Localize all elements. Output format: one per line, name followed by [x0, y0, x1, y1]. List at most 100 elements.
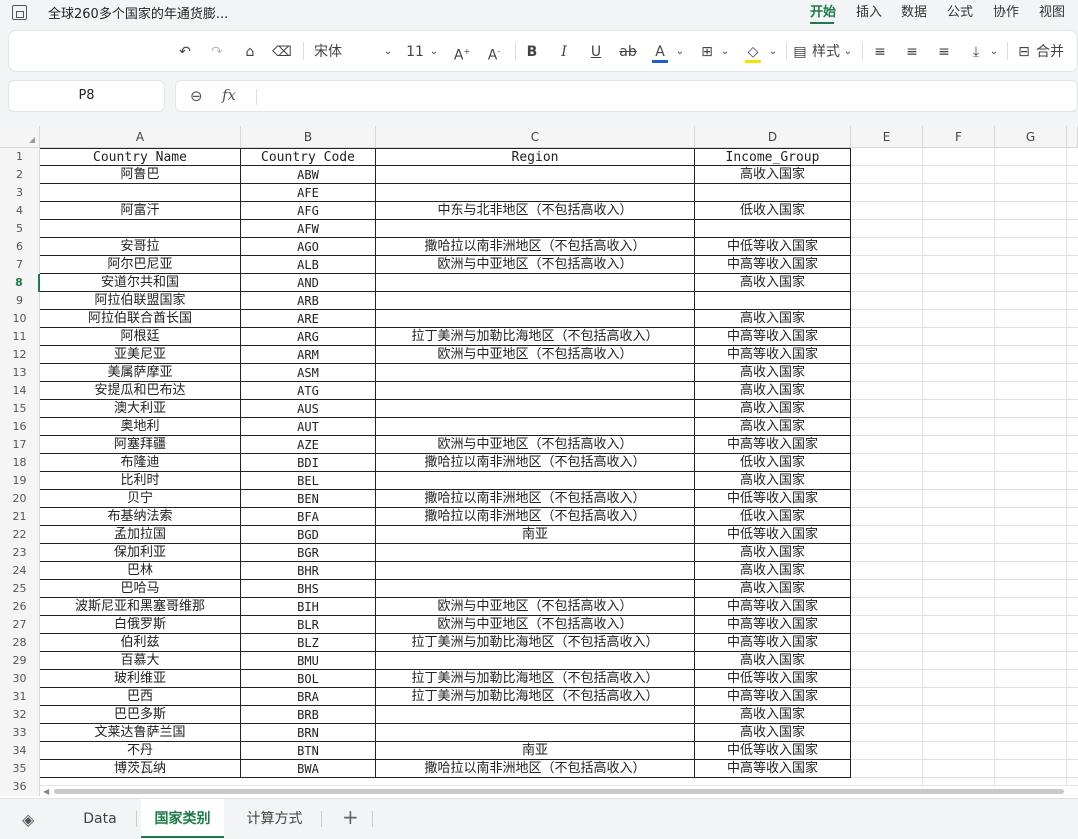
merge-icon[interactable]: ⊟ — [1015, 41, 1033, 63]
cell-region[interactable]: 撒哈拉以南非洲地区（不包括高收入） — [376, 454, 695, 472]
cell-country-code[interactable]: ARE — [241, 310, 376, 328]
cell-reference-box[interactable]: P8 — [8, 80, 165, 112]
cell-income-group[interactable]: 高收入国家 — [695, 364, 851, 382]
cell-income-group[interactable]: 高收入国家 — [695, 400, 851, 418]
cell-country-name[interactable]: 保加利亚 — [40, 544, 241, 562]
row-header[interactable]: 31 — [0, 688, 40, 706]
tab-country-category[interactable]: 国家类别 — [141, 799, 224, 838]
cell-country-name[interactable]: 孟加拉国 — [40, 526, 241, 544]
row-header[interactable]: 11 — [0, 328, 40, 346]
row-header[interactable]: 28 — [0, 634, 40, 652]
border-icon[interactable]: ⊞ — [696, 41, 718, 63]
style-icon[interactable]: ▤ — [791, 41, 809, 63]
menu-data[interactable]: 数据 — [901, 1, 927, 20]
cell-region[interactable] — [376, 472, 695, 490]
zoom-icon[interactable]: ⊖ — [190, 87, 203, 105]
style-button[interactable]: 样式 — [811, 41, 841, 63]
row-header[interactable]: 23 — [0, 544, 40, 562]
cell-region[interactable] — [376, 544, 695, 562]
cell-country-name[interactable]: 阿根廷 — [40, 328, 241, 346]
cell-region[interactable] — [376, 724, 695, 742]
row-header[interactable]: 34 — [0, 742, 40, 760]
cell-country-code[interactable]: ATG — [241, 382, 376, 400]
chevron-down-icon[interactable]: ⌄ — [766, 41, 780, 63]
cell-country-code[interactable]: BHR — [241, 562, 376, 580]
cell-country-code[interactable]: BLZ — [241, 634, 376, 652]
column-header-d[interactable]: D — [695, 126, 851, 148]
select-all-corner[interactable] — [0, 126, 40, 148]
menu-insert[interactable]: 插入 — [856, 1, 882, 20]
save-icon[interactable] — [12, 5, 27, 20]
cell-country-name[interactable]: 白俄罗斯 — [40, 616, 241, 634]
cell-country-code[interactable]: AGO — [241, 238, 376, 256]
cell-country-name[interactable]: 比利时 — [40, 472, 241, 490]
cell-region[interactable] — [376, 400, 695, 418]
header-cell-income-group[interactable]: Income_Group — [695, 148, 851, 166]
row-header[interactable]: 10 — [0, 310, 40, 328]
menu-view[interactable]: 视图 — [1039, 1, 1065, 20]
layers-icon[interactable]: ◈ — [22, 810, 34, 829]
cell-region[interactable] — [376, 292, 695, 310]
merge-button[interactable]: 合并 — [1035, 41, 1065, 63]
cell-country-name[interactable]: 奥地利 — [40, 418, 241, 436]
increase-font-icon[interactable]: A+ — [451, 41, 473, 64]
cell-region[interactable] — [376, 184, 695, 202]
cell-income-group[interactable]: 中高等收入国家 — [695, 760, 851, 778]
cell-region[interactable]: 欧洲与中亚地区（不包括高收入） — [376, 256, 695, 274]
cell-region[interactable] — [376, 220, 695, 238]
cell-region[interactable]: 欧洲与中亚地区（不包括高收入） — [376, 598, 695, 616]
cell-country-name[interactable]: 巴林 — [40, 562, 241, 580]
header-cell-country-name[interactable]: Country Name — [40, 148, 241, 166]
cell-country-code[interactable]: BWA — [241, 760, 376, 778]
cell-country-code[interactable]: BEL — [241, 472, 376, 490]
column-header-c[interactable]: C — [376, 126, 695, 148]
add-sheet-icon[interactable]: + — [342, 805, 359, 829]
row-header[interactable]: 36 — [0, 778, 40, 796]
font-size-select[interactable]: 11 — [405, 41, 425, 63]
cell-income-group[interactable] — [695, 220, 851, 238]
cell-region[interactable]: 拉丁美洲与加勒比海地区（不包括高收入） — [376, 688, 695, 706]
row-header[interactable]: 16 — [0, 418, 40, 436]
row-header[interactable]: 26 — [0, 598, 40, 616]
cell-country-code[interactable]: ABW — [241, 166, 376, 184]
cell-country-code[interactable]: BFA — [241, 508, 376, 526]
column-header-g[interactable]: G — [995, 126, 1067, 148]
cell-region[interactable]: 中东与北非地区（不包括高收入） — [376, 202, 695, 220]
cell-region[interactable]: 撒哈拉以南非洲地区（不包括高收入） — [376, 760, 695, 778]
cell-country-code[interactable]: ARB — [241, 292, 376, 310]
fx-icon[interactable]: fx — [222, 86, 236, 104]
cell-country-code[interactable]: BGR — [241, 544, 376, 562]
cell-income-group[interactable]: 高收入国家 — [695, 652, 851, 670]
header-cell-region[interactable]: Region — [376, 148, 695, 166]
strikethrough-icon[interactable]: ab — [617, 41, 639, 63]
cell-income-group[interactable]: 中低等收入国家 — [695, 670, 851, 688]
row-header[interactable]: 25 — [0, 580, 40, 598]
cell-country-name[interactable]: 布隆迪 — [40, 454, 241, 472]
cell-income-group[interactable]: 高收入国家 — [695, 544, 851, 562]
cell-country-code[interactable]: BMU — [241, 652, 376, 670]
clear-format-icon[interactable]: ⌫ — [271, 41, 293, 63]
row-header[interactable]: 27 — [0, 616, 40, 634]
cell-country-name[interactable]: 安哥拉 — [40, 238, 241, 256]
cell-income-group[interactable]: 中高等收入国家 — [695, 616, 851, 634]
cell-country-name[interactable]: 文莱达鲁萨兰国 — [40, 724, 241, 742]
cell-income-group[interactable]: 中高等收入国家 — [695, 256, 851, 274]
row-header[interactable]: 21 — [0, 508, 40, 526]
column-header-h[interactable] — [1067, 126, 1078, 148]
undo-icon[interactable]: ↶ — [174, 41, 196, 63]
cell-country-code[interactable]: ALB — [241, 256, 376, 274]
cell-country-name[interactable]: 不丹 — [40, 742, 241, 760]
cell-country-name[interactable]: 阿拉伯联盟国家 — [40, 292, 241, 310]
scrollbar-thumb[interactable] — [54, 789, 1064, 794]
cell-country-name[interactable]: 安道尔共和国 — [40, 274, 241, 292]
cell-region[interactable] — [376, 166, 695, 184]
cell-income-group[interactable]: 高收入国家 — [695, 472, 851, 490]
cell-region[interactable] — [376, 364, 695, 382]
cell-income-group[interactable]: 中高等收入国家 — [695, 634, 851, 652]
cell-income-group[interactable]: 中高等收入国家 — [695, 436, 851, 454]
horizontal-scrollbar[interactable]: ◀ — [40, 785, 1078, 797]
tab-calculation-method[interactable]: 计算方式 — [232, 799, 317, 838]
row-header[interactable]: 24 — [0, 562, 40, 580]
row-header[interactable]: 32 — [0, 706, 40, 724]
row-header[interactable]: 18 — [0, 454, 40, 472]
